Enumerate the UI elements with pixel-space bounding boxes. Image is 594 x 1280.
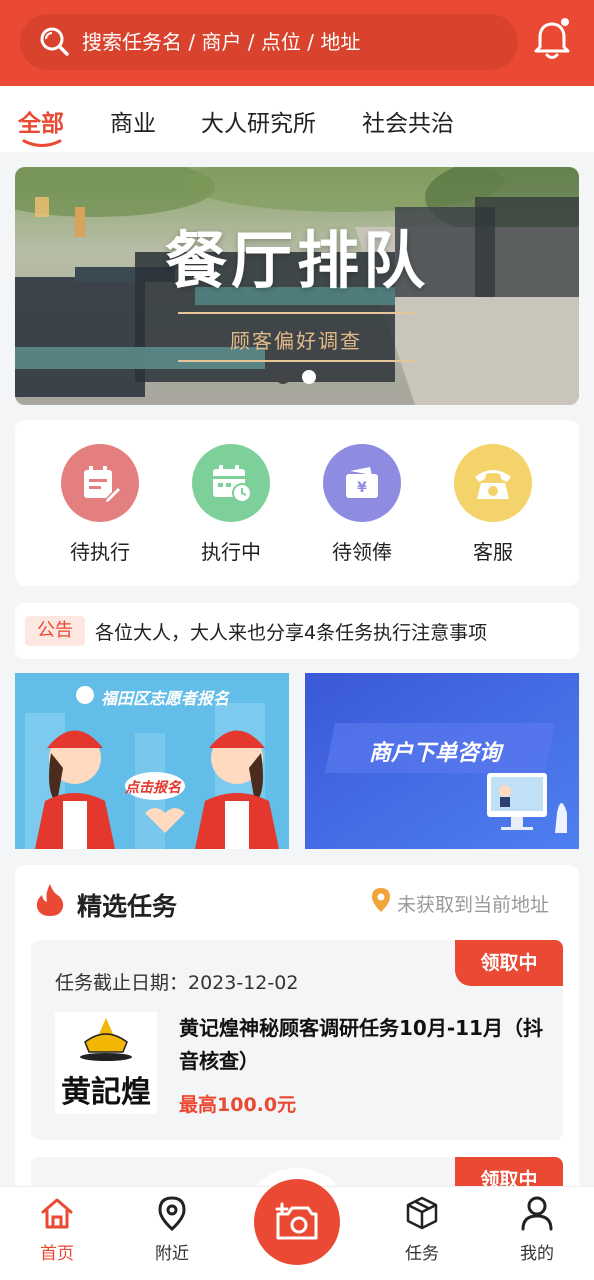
svg-text:¥: ¥: [357, 480, 367, 496]
announcement-text[interactable]: 各位大人，大人来也分享4条任务执行注意事项: [95, 618, 487, 645]
merchant-logo: 黄記煌: [55, 1012, 157, 1114]
nav-label: 我的: [520, 1244, 554, 1264]
quick-action-label: 执行中: [201, 540, 261, 564]
carousel-dot[interactable]: [276, 370, 290, 384]
merchant-logo-image: 黄記煌: [55, 1012, 157, 1114]
tab-research[interactable]: 大人研究所: [201, 104, 316, 138]
search-icon: [40, 27, 69, 56]
promo-volunteer-badge[interactable]: 点击报名: [125, 777, 181, 797]
search-bar[interactable]: [20, 14, 518, 70]
task-status-badge: 领取中: [455, 940, 563, 986]
promo-merchant-consult[interactable]: 商户下单咨询: [305, 673, 579, 849]
quick-action-circle: [454, 444, 532, 522]
quick-action-label: 客服: [473, 540, 513, 564]
task-card[interactable]: 领取中 任务截止日期：2023-12-02 黄記煌 黄记煌神秘顾客调研任务10月…: [31, 940, 563, 1140]
quick-actions: 待执行 执行中 ¥ 待领俸 客服: [15, 420, 579, 586]
promo-volunteer-title: 福田区志愿者报名: [101, 689, 230, 708]
location-pin-icon: [158, 1196, 186, 1232]
quick-action-awaiting-pay[interactable]: ¥ 待领俸: [312, 444, 412, 565]
phone-icon: [475, 470, 511, 499]
announcement-badge: 公告: [25, 616, 85, 646]
calendar-clock-icon: [213, 465, 252, 503]
location-status[interactable]: 未获取到当前地址: [397, 890, 549, 917]
featured-title: 精选任务: [77, 892, 178, 921]
nav-home[interactable]: 首页: [17, 1195, 97, 1264]
banner-title: 餐厅排队: [164, 224, 429, 297]
merchant-logo-text: 黄記煌: [61, 1075, 151, 1110]
carousel-dot-active[interactable]: [302, 370, 316, 384]
bell-icon[interactable]: [530, 18, 574, 62]
fire-icon: [36, 884, 64, 916]
quick-action-circle: [61, 444, 139, 522]
tab-commercial[interactable]: 商业: [110, 104, 156, 138]
nav-label: 附近: [155, 1244, 189, 1264]
quick-action-label: 待领俸: [332, 540, 392, 564]
quick-action-circle: [192, 444, 270, 522]
tab-indicator: [22, 139, 62, 147]
tab-all[interactable]: 全部: [18, 104, 64, 138]
home-icon: [41, 1198, 73, 1229]
nav-label: 任务: [405, 1244, 439, 1264]
task-title[interactable]: 黄记煌神秘顾客调研任务10月-11月（抖音核查）: [179, 1012, 549, 1078]
camera-add-icon: [275, 1202, 318, 1240]
nav-tasks[interactable]: 任务: [382, 1195, 462, 1264]
tab-social[interactable]: 社会共治: [362, 104, 454, 138]
promo-volunteer[interactable]: 福田区志愿者报名 点击报名: [15, 673, 289, 849]
user-icon: [521, 1196, 553, 1231]
quick-action-pending[interactable]: 待执行: [50, 444, 150, 565]
quick-action-circle: ¥: [323, 444, 401, 522]
box-icon: [406, 1196, 438, 1230]
camera-button[interactable]: [254, 1179, 340, 1265]
quick-action-in-progress[interactable]: 执行中: [181, 444, 281, 565]
category-tabs: 全部 商业 大人研究所 社会共治: [0, 86, 594, 152]
nav-label: 首页: [40, 1244, 74, 1264]
quick-action-customer-service[interactable]: 客服: [443, 444, 543, 565]
pending-task-icon: [84, 466, 122, 505]
promo-merchant-title: 商户下单咨询: [369, 741, 502, 766]
announcement-bar[interactable]: 公告 各位大人，大人来也分享4条任务执行注意事项: [15, 603, 579, 659]
task-deadline: 任务截止日期：2023-12-02: [55, 972, 299, 994]
banner-divider-bottom: [178, 360, 414, 362]
carousel-indicator: [276, 370, 320, 384]
location-pin-icon: [372, 888, 390, 912]
wallet-yen-icon: ¥: [346, 467, 378, 498]
featured-tasks: 精选任务 未获取到当前地址 领取中 任务截止日期：2023-12-02 黄記煌 …: [15, 865, 579, 1217]
header: [0, 0, 594, 86]
nav-nearby[interactable]: 附近: [132, 1195, 212, 1264]
task-reward: 最高100.0元: [179, 1094, 297, 1116]
nav-profile[interactable]: 我的: [497, 1195, 577, 1264]
banner-subtitle: 顾客偏好调查: [230, 329, 362, 353]
banner-divider-top: [178, 312, 414, 314]
search-input[interactable]: [82, 30, 502, 54]
quick-action-label: 待执行: [70, 540, 130, 564]
